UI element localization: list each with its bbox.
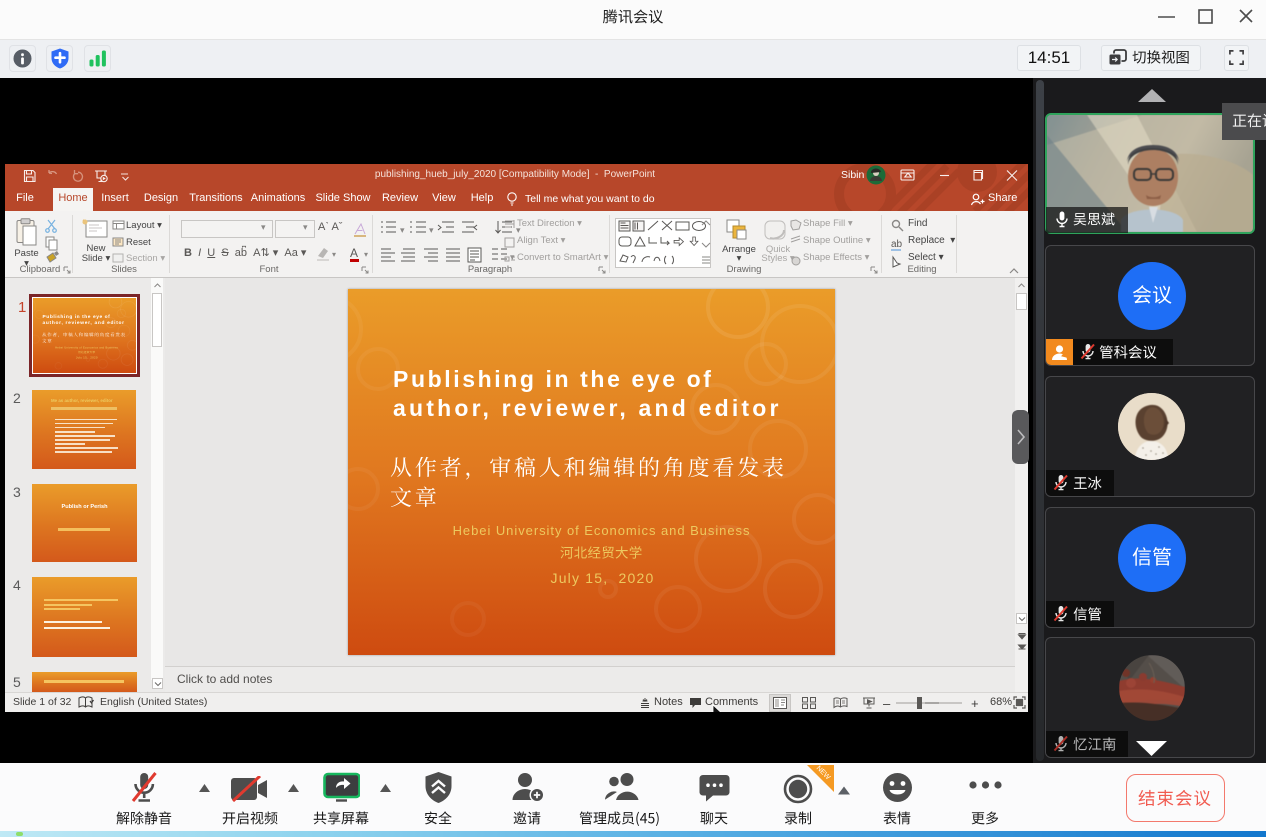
svg-text:▾: ▾ — [332, 250, 336, 259]
svg-text:▾: ▾ — [400, 225, 405, 235]
svg-text:▾: ▾ — [364, 250, 368, 259]
svg-text:ab: ab — [891, 239, 903, 250]
svg-text:A: A — [350, 246, 358, 260]
svg-text:▾: ▾ — [429, 225, 434, 235]
